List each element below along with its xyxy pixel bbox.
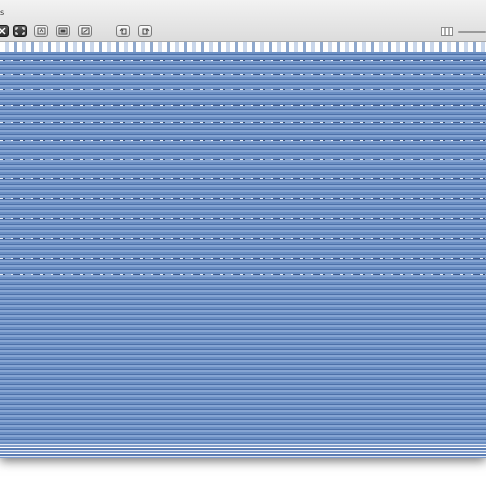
image-noise-line [0, 74, 486, 75]
actual-size-button[interactable] [34, 25, 48, 37]
image-noise-line [0, 198, 486, 199]
image-viewer-window: s [0, 0, 486, 458]
rotate-right-button[interactable] [138, 25, 152, 37]
fullscreen-icon [15, 27, 25, 35]
slideshow-icon [58, 27, 68, 35]
rotate-right-icon [142, 28, 149, 35]
image-noise-line [0, 218, 486, 219]
image-noise-line [0, 60, 486, 61]
actual-size-icon [37, 27, 45, 35]
image-top-noise [0, 42, 486, 52]
rotate-left-icon [119, 28, 126, 35]
image-noise-line [0, 258, 486, 259]
image-noise-line [0, 274, 486, 275]
zoom-image-icon [441, 27, 453, 36]
slideshow-button[interactable] [56, 25, 70, 37]
image-noise-line [0, 140, 486, 141]
rotate-left-button[interactable] [116, 25, 130, 37]
close-button[interactable] [0, 25, 9, 37]
close-icon [0, 27, 6, 35]
crop-button[interactable] [78, 25, 92, 37]
image-display [0, 42, 486, 458]
image-noise-line [0, 122, 486, 123]
image-noise-line [0, 178, 486, 179]
crop-icon [81, 27, 89, 35]
window-caption: s [0, 8, 5, 17]
image-noise-line [0, 159, 486, 160]
toolbar: s [0, 0, 486, 42]
fit-screen-button[interactable] [13, 25, 27, 37]
image-noise-line [0, 238, 486, 239]
image-noise-line [0, 89, 486, 90]
image-bottom-noise [0, 444, 486, 458]
image-noise-line [0, 105, 486, 106]
zoom-slider[interactable] [458, 31, 486, 33]
